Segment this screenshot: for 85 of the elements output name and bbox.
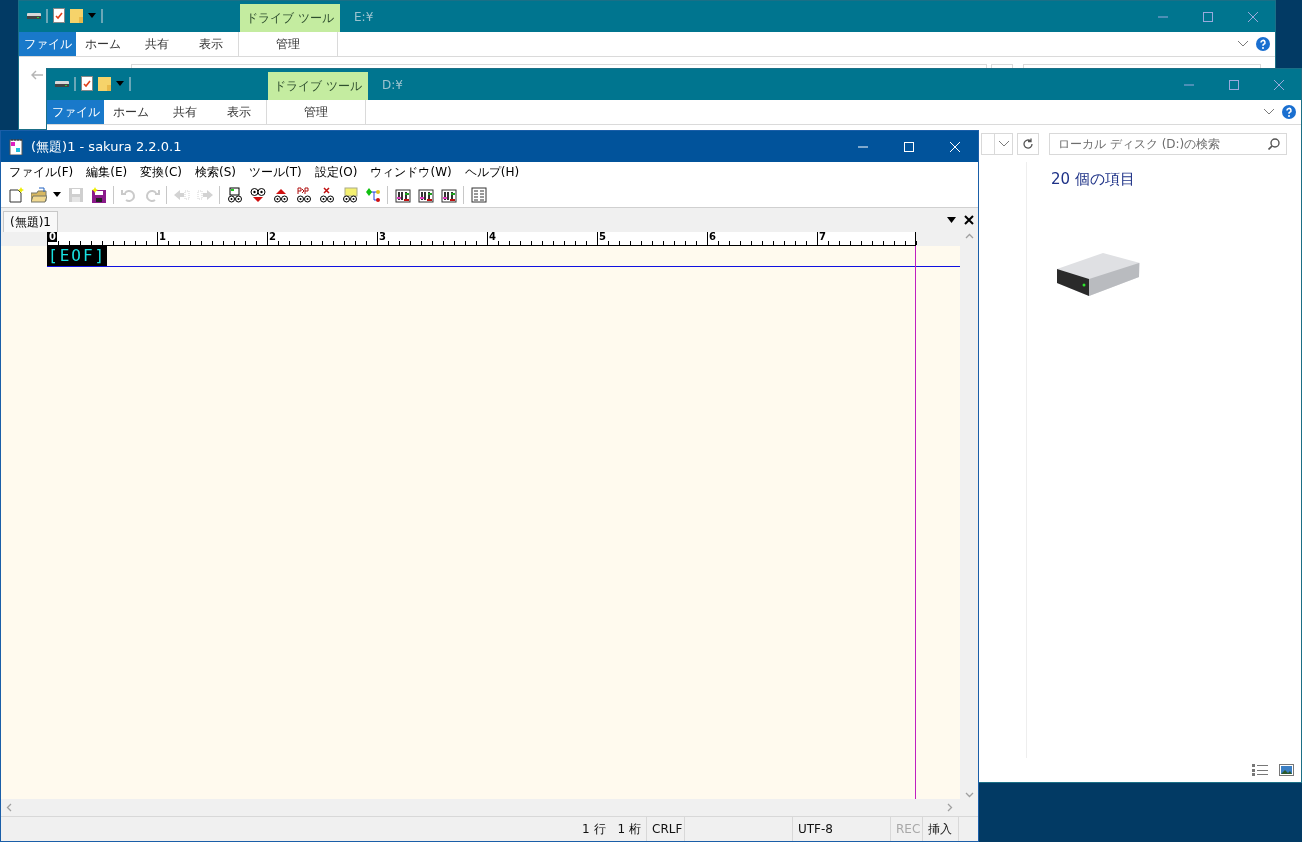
close-icon bbox=[950, 141, 960, 152]
close-tab-button[interactable] bbox=[962, 213, 976, 227]
close-icon bbox=[1273, 79, 1284, 90]
new-file-icon bbox=[7, 186, 24, 203]
menu-item[interactable]: 編集(E) bbox=[81, 163, 133, 181]
ruler-number: 4 bbox=[488, 232, 497, 242]
ruler-number: 1 bbox=[158, 232, 167, 242]
help-icon bbox=[1256, 37, 1270, 51]
dropdown-icon bbox=[53, 191, 61, 198]
refresh-icon bbox=[1022, 137, 1034, 150]
menu-item[interactable]: ウィンドウ(W) bbox=[365, 163, 457, 181]
encoding: UTF-8 bbox=[793, 817, 891, 841]
menu-item[interactable]: 設定(O) bbox=[309, 163, 363, 181]
document-tab[interactable]: (無題)1 bbox=[3, 211, 58, 232]
clear-marks-icon bbox=[318, 186, 335, 203]
notepad-icon bbox=[9, 138, 23, 155]
ribbon-context-header: ドライブ ツール bbox=[268, 72, 368, 100]
dropdown-icon bbox=[946, 217, 956, 223]
drive-icon bbox=[27, 11, 41, 20]
checklist-icon bbox=[81, 76, 93, 91]
folder-icon bbox=[70, 8, 83, 23]
dropdown-icon bbox=[88, 12, 96, 19]
grep-icon bbox=[341, 186, 358, 203]
item-count: 20 個の項目 bbox=[1051, 170, 1136, 189]
menu-item[interactable]: ツール(T) bbox=[243, 163, 307, 181]
search-field[interactable]: ローカル ディスク (D:)の検索 bbox=[1049, 132, 1287, 155]
help-icon bbox=[1282, 105, 1296, 119]
settings-icon bbox=[417, 186, 434, 203]
scroll-down-icon bbox=[964, 790, 974, 799]
maximize-icon bbox=[904, 141, 914, 152]
drive-icon bbox=[1055, 253, 1141, 297]
chevron-down-icon bbox=[998, 140, 1009, 147]
scroll-up-icon bbox=[964, 232, 974, 241]
chevron-down-icon bbox=[1238, 41, 1248, 47]
search-icon bbox=[1268, 137, 1280, 150]
eof-mark: [EOF] bbox=[47, 246, 108, 266]
close-icon bbox=[964, 215, 974, 225]
scroll-right-icon bbox=[945, 803, 954, 812]
ruler-number: 7 bbox=[818, 232, 827, 242]
save-all-icon bbox=[90, 186, 107, 203]
settings-icon bbox=[394, 186, 411, 203]
open-folder-icon bbox=[30, 186, 47, 203]
settings-icon bbox=[440, 186, 457, 203]
find-next-icon bbox=[249, 186, 266, 203]
ruler-number: 6 bbox=[708, 232, 717, 242]
ribbon-tab[interactable]: ファイル bbox=[47, 100, 104, 124]
ruler-number: 5 bbox=[598, 232, 607, 242]
maximize-icon bbox=[1202, 11, 1213, 22]
back-arrow-icon bbox=[30, 69, 44, 81]
ribbon-tab[interactable]: 管理 bbox=[266, 100, 366, 124]
window-title: D:¥ bbox=[382, 78, 403, 92]
menu-item[interactable]: 検索(S) bbox=[189, 163, 241, 181]
folder-icon bbox=[98, 76, 111, 91]
scroll-left-icon bbox=[5, 803, 14, 812]
save-icon bbox=[67, 186, 84, 203]
ruler-number: 3 bbox=[378, 232, 387, 242]
search-glasses-icon bbox=[226, 186, 243, 203]
window-title: (無題)1 - sakura 2.2.0.1 bbox=[30, 137, 183, 156]
maximize-icon bbox=[1228, 79, 1239, 90]
ribbon-tab[interactable]: 管理 bbox=[238, 32, 338, 56]
outline-tree-icon bbox=[364, 186, 381, 203]
checklist-icon bbox=[53, 8, 65, 23]
window-title: E:¥ bbox=[354, 10, 374, 24]
window-list-icon bbox=[470, 186, 487, 203]
line-ending: CRLF bbox=[647, 817, 685, 841]
address-dropdown-button[interactable] bbox=[994, 133, 1012, 154]
cursor-position: 1 行 1 桁 bbox=[541, 817, 647, 841]
text-area[interactable]: [EOF] bbox=[1, 246, 960, 799]
drive-icon bbox=[55, 79, 69, 88]
ribbon-context-header: ドライブ ツール bbox=[240, 4, 340, 32]
menu-item[interactable]: 変換(C) bbox=[135, 163, 187, 181]
dropdown-icon bbox=[116, 80, 124, 87]
large-icons-view-icon bbox=[1278, 764, 1294, 776]
menu-item[interactable]: ヘルプ(H) bbox=[459, 163, 525, 181]
replace-glasses-icon bbox=[295, 186, 312, 203]
chevron-down-icon bbox=[1264, 109, 1274, 115]
close-icon bbox=[1247, 11, 1258, 22]
record-indicator: REC bbox=[891, 817, 923, 841]
ribbon-tab[interactable]: ファイル bbox=[19, 32, 76, 56]
find-previous-icon bbox=[272, 186, 289, 203]
ruler-number: 0 bbox=[48, 232, 57, 242]
insert-mode: 挿入 bbox=[923, 817, 959, 841]
menu-item[interactable]: ファイル(F) bbox=[4, 163, 79, 181]
details-view-icon bbox=[1252, 764, 1268, 776]
ruler-number: 2 bbox=[268, 232, 277, 242]
